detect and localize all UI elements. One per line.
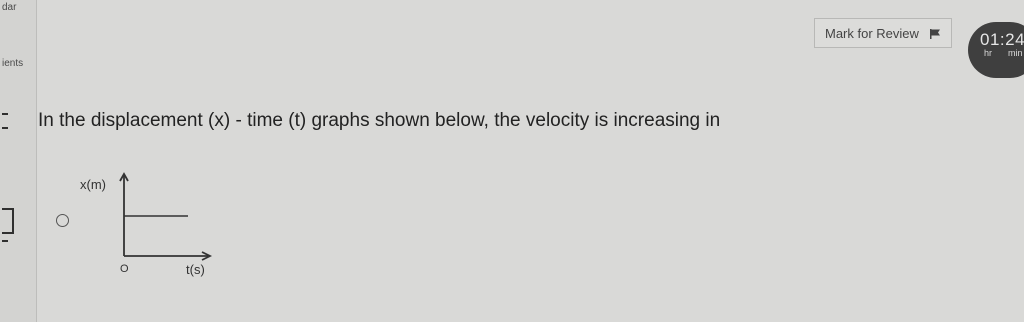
origin-label: O — [120, 263, 129, 275]
mark-for-review-label: Mark for Review — [825, 25, 919, 41]
mark-for-review-button[interactable]: Mark for Review — [814, 18, 952, 48]
question-text: In the displacement (x) - time (t) graph… — [38, 110, 721, 131]
countdown-timer: 01:24 hr min — [968, 22, 1024, 78]
timer-unit-hours: hr — [984, 48, 993, 58]
rail-bracket-icon — [2, 208, 14, 234]
left-navigation-rail: dar ients — [0, 0, 37, 322]
rail-marker — [2, 127, 8, 129]
y-axis-label: x(m) — [80, 177, 106, 192]
rail-marker — [2, 113, 8, 115]
x-axis-label: t(s) — [186, 262, 205, 277]
option-graph-displacement-time[interactable]: x(m) O t(s) — [76, 166, 226, 286]
rail-partial-text-middle: ients — [2, 58, 24, 69]
timer-value: 01:24 — [980, 30, 1024, 49]
timer-unit-minutes: min — [1008, 48, 1023, 58]
option-radio-button[interactable] — [56, 214, 69, 227]
rail-partial-text-top: dar — [2, 2, 17, 13]
rail-marker — [2, 240, 8, 242]
flag-icon — [930, 29, 940, 39]
